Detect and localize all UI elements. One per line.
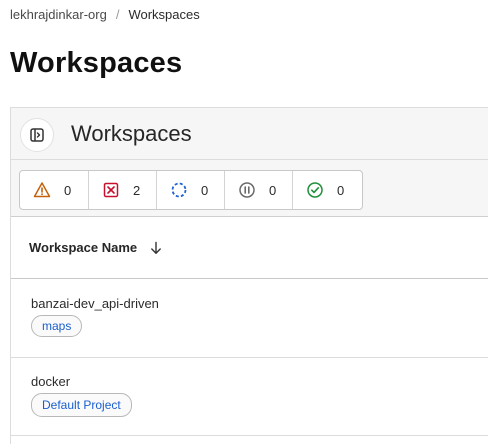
status-filter-bar: 0 2 0 0 0: [11, 160, 488, 217]
status-count-paused: 0: [269, 182, 277, 198]
status-count-applied: 0: [337, 182, 345, 198]
table-row: docker Default Project: [11, 358, 488, 436]
workspace-name-link[interactable]: docker: [31, 374, 70, 389]
breadcrumb-separator: /: [115, 7, 120, 22]
spinner-icon: [170, 181, 188, 199]
status-filter-applied[interactable]: 0: [293, 171, 362, 209]
breadcrumb-org-link[interactable]: lekhrajdinkar-org: [10, 7, 107, 22]
error-x-icon: [102, 181, 120, 199]
sidebar-toggle-button[interactable]: [20, 118, 54, 152]
status-count-errored: 2: [133, 182, 141, 198]
workspaces-page: lekhrajdinkar-org / Workspaces Workspace…: [0, 0, 488, 444]
status-filter-paused[interactable]: 0: [225, 171, 293, 209]
project-tag[interactable]: Default Project: [31, 393, 132, 417]
workspace-name-link[interactable]: banzai-dev_api-driven: [31, 296, 159, 311]
table-row: banzai-dev_api-driven maps: [11, 279, 488, 358]
breadcrumb: lekhrajdinkar-org / Workspaces: [10, 7, 200, 22]
column-header-workspace-name: Workspace Name: [29, 240, 138, 255]
status-filter-errored[interactable]: 2: [89, 171, 157, 209]
status-filter-running[interactable]: 0: [157, 171, 225, 209]
table-header: Workspace Name: [11, 217, 488, 279]
pause-icon: [238, 181, 256, 199]
status-filter-warning[interactable]: 0: [20, 171, 89, 209]
status-count-warning: 0: [64, 182, 72, 198]
workspaces-panel: Workspaces 0 2 0 0 0 Workspace Name banz…: [10, 107, 488, 444]
status-count-running: 0: [201, 182, 209, 198]
warning-triangle-icon: [33, 181, 51, 199]
check-circle-icon: [306, 181, 324, 199]
sidebar-toggle-icon: [29, 127, 45, 143]
page-title: Workspaces: [10, 47, 183, 79]
panel-title: Workspaces: [71, 121, 192, 146]
arrow-down-icon: [150, 241, 162, 255]
breadcrumb-current: Workspaces: [128, 7, 200, 22]
project-tag[interactable]: maps: [31, 315, 83, 337]
sort-by-workspace-name-button[interactable]: Workspace Name: [29, 240, 162, 255]
panel-header: Workspaces: [11, 108, 488, 160]
status-filter-group: 0 2 0 0 0: [19, 170, 363, 210]
